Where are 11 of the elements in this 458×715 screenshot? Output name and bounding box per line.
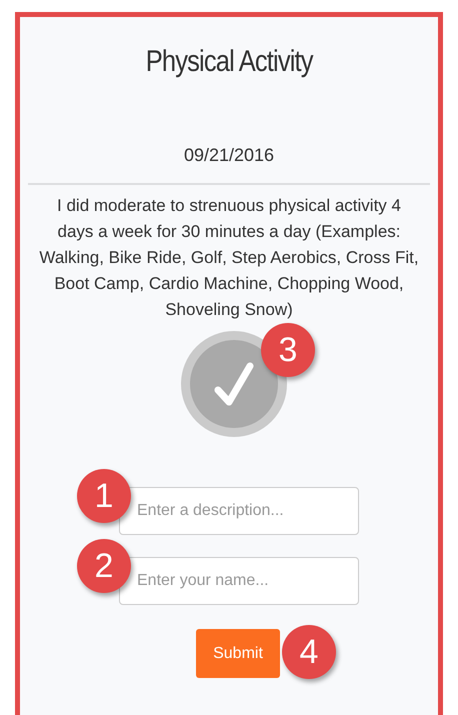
callout-badge: 3 <box>261 323 315 377</box>
activity-description: I did moderate to strenuous physical activity 4 days a week for 30 minutes a day (Examples: Walking, Bike Ride, Golf, Step Aerobics, Cross Fit, Boot Camp, Cardio Machine, Chopping Wood, Shoveling Snow) <box>39 195 419 321</box>
callout-badge: 1 <box>77 469 131 523</box>
page-title: Physical Activity <box>146 44 312 80</box>
date-text: 09/21/2016 <box>184 144 274 167</box>
callout-badge: 4 <box>282 625 336 679</box>
callout-badge: 2 <box>77 539 131 593</box>
text-field[interactable]: Enter your name... <box>119 557 359 605</box>
text-field[interactable]: Enter a description... <box>119 487 359 535</box>
check-icon <box>214 362 254 406</box>
submit-button[interactable]: Submit <box>196 629 280 678</box>
